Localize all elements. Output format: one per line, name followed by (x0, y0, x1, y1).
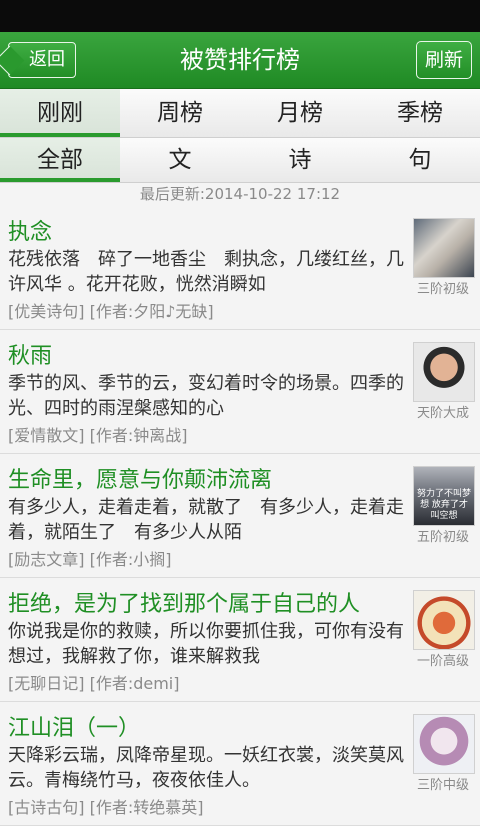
status-bar (0, 0, 480, 32)
author-level: 五阶初级 (416, 530, 469, 545)
tab-all[interactable]: 全部 (0, 138, 120, 182)
tab-just-now[interactable]: 刚刚 (0, 89, 120, 137)
author-level: 三阶初级 (416, 282, 469, 297)
item-meta: [爱情散文] [作者:钟离战] (8, 426, 188, 445)
item-excerpt: 你说我是你的救赎，所以你要抓住我，可你有没有想过，我解救了你，谁来解救我 (8, 621, 404, 667)
avatar-caption: 努力了不叫梦想 放弃了才叫空想 (416, 489, 471, 521)
ranking-list: 执念 花残依落 碎了一地香尘 剩执念，几缕红丝，几许风华 。花开花败，恍然消瞬如… (0, 206, 480, 826)
author-avatar[interactable] (413, 218, 475, 278)
author-level: 一阶高级 (416, 654, 469, 669)
item-excerpt: 有多少人，走着走着，就散了 有多少人，走着走着，就陌生了 有多少人从陌 (8, 497, 404, 543)
tab-sentence[interactable]: 句 (360, 138, 480, 182)
title-bar: 返回 被赞排行榜 刷新 (0, 32, 480, 89)
last-update-text: 最后更新:2014-10-22 17:12 (139, 185, 341, 203)
item-excerpt: 季节的风、季节的云，变幻着时令的场景。四季的光、四时的雨涅槃感知的心 (8, 373, 404, 419)
list-item[interactable]: 秋雨 季节的风、季节的云，变幻着时令的场景。四季的光、四时的雨涅槃感知的心 [爱… (0, 330, 480, 454)
list-item[interactable]: 生命里，愿意与你颠沛流离 有多少人，走着走着，就散了 有多少人，走着走着，就陌生… (0, 454, 480, 578)
tab-month[interactable]: 月榜 (240, 89, 360, 137)
author-avatar[interactable]: 努力了不叫梦想 放弃了才叫空想 (413, 466, 475, 526)
author-avatar[interactable] (413, 714, 475, 774)
author-level: 天阶大成 (416, 406, 469, 421)
author-level: 三阶中级 (416, 778, 469, 793)
tab-poem[interactable]: 诗 (240, 138, 360, 182)
refresh-button[interactable]: 刷新 (416, 41, 472, 79)
category-tabs: 全部 文 诗 句 (0, 138, 480, 183)
item-title[interactable]: 生命里，愿意与你颠沛流离 (8, 462, 404, 494)
tab-prose[interactable]: 文 (120, 138, 240, 182)
item-meta: [优美诗句] [作者:夕阳♪无缺] (8, 302, 214, 321)
tab-week[interactable]: 周榜 (120, 89, 240, 137)
item-title[interactable]: 江山泪（一） (8, 710, 404, 742)
item-meta: [无聊日记] [作者:demi] (8, 674, 180, 693)
tab-season[interactable]: 季榜 (360, 89, 480, 137)
author-avatar[interactable] (413, 342, 475, 402)
period-tabs: 刚刚 周榜 月榜 季榜 (0, 89, 480, 138)
item-title[interactable]: 秋雨 (8, 338, 404, 370)
item-meta: [励志文章] [作者:小搁] (8, 550, 172, 569)
list-item[interactable]: 拒绝，是为了找到那个属于自己的人 你说我是你的救赎，所以你要抓住我，可你有没有想… (0, 578, 480, 702)
item-meta: [古诗古句] [作者:转绝慕英] (8, 798, 204, 817)
item-excerpt: 花残依落 碎了一地香尘 剩执念，几缕红丝，几许风华 。花开花败，恍然消瞬如 (8, 249, 404, 295)
item-excerpt: 天降彩云瑞，凤降帝星现。一妖红衣裳，淡笑莫风云。青梅绕竹马，夜夜依佳人。 (8, 745, 404, 791)
list-item[interactable]: 执念 花残依落 碎了一地香尘 剩执念，几缕红丝，几许风华 。花开花败，恍然消瞬如… (0, 206, 480, 330)
item-title[interactable]: 执念 (8, 214, 404, 246)
item-title[interactable]: 拒绝，是为了找到那个属于自己的人 (8, 586, 404, 618)
author-avatar[interactable] (413, 590, 475, 650)
list-item[interactable]: 江山泪（一） 天降彩云瑞，凤降帝星现。一妖红衣裳，淡笑莫风云。青梅绕竹马，夜夜依… (0, 702, 480, 826)
page-title: 被赞排行榜 (180, 46, 300, 74)
